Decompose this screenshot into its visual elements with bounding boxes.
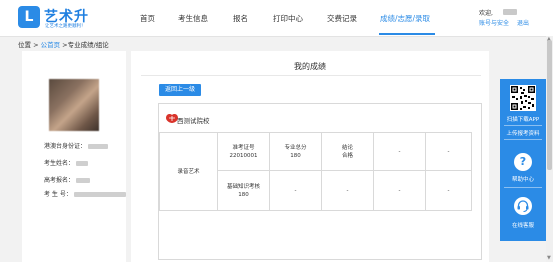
school-name: 西测试院校 — [177, 117, 210, 125]
scroll-thumb[interactable] — [547, 40, 552, 170]
cell-value: 22010001 — [229, 152, 258, 159]
brand-slogan: 让艺术之路更顺利！ — [45, 24, 86, 29]
upload-materials-link[interactable]: 上传报考资料 — [500, 129, 546, 137]
blurred-id-value — [88, 144, 109, 149]
score-panel: 我的成绩 返回上一级 西测试院校 录音艺术 准考证号 22010001 专业总分 1… — [131, 51, 489, 262]
table-cell: - — [269, 170, 322, 211]
major-name-cell: 录音艺术 — [159, 132, 218, 211]
sidebar-divider — [504, 139, 542, 140]
account-security-link[interactable]: 账号与安全 — [479, 18, 509, 27]
logout-link[interactable]: 退出 — [517, 18, 529, 27]
page-scrollbar[interactable]: ▲ ▼ — [546, 36, 553, 262]
profile-id-row: 港澳台身份证： — [44, 141, 109, 150]
student-profile-panel: 港澳台身份证： 考生姓名： 高考报名： 考 生 号： — [22, 51, 126, 262]
cell-label: 结论 — [341, 144, 353, 151]
cell-label: - — [398, 148, 401, 155]
profile-id-label: 港澳台身份证： — [44, 143, 87, 150]
nav-registration[interactable]: 报名 — [233, 13, 248, 24]
app-qr-code[interactable] — [510, 85, 536, 111]
table-cell: 基础知识考核 180 — [217, 170, 270, 211]
student-photo — [49, 79, 99, 131]
profile-name-label: 考生姓名： — [44, 160, 75, 167]
nav-print-center[interactable]: 打印中心 — [273, 13, 303, 24]
cell-label: 准考证号 — [232, 144, 255, 151]
help-icon[interactable]: ? — [514, 153, 532, 171]
profile-name-row: 考生姓名： — [44, 158, 89, 167]
headset-icon[interactable] — [514, 197, 532, 215]
nav-payment-records[interactable]: 交费记录 — [327, 13, 357, 24]
cell-label: - — [294, 187, 297, 194]
cell-label: - — [398, 187, 401, 194]
top-header: L 艺术升 让艺术之路更顺利！ 首页 考生信息 报名 打印中心 交费记录 成绩/… — [0, 0, 553, 37]
table-cell: - — [373, 170, 426, 211]
breadcrumb-home-link[interactable]: 公首页 — [41, 41, 61, 49]
table-cell: - — [425, 132, 472, 171]
table-cell: 准考证号 22010001 — [217, 132, 270, 171]
qr-code-icon — [511, 86, 535, 110]
nav-home[interactable]: 首页 — [140, 13, 155, 24]
title-divider — [141, 75, 481, 76]
score-table: 录音艺术 准考证号 22010001 专业总分 180 结论 合格 - - 基础知识考… — [159, 132, 472, 211]
breadcrumb-current: >专业成绩/组论 — [60, 41, 109, 49]
blurred-exam-value — [76, 178, 91, 183]
school-score-card: 西测试院校 录音艺术 准考证号 22010001 专业总分 180 结论 合格 - -… — [158, 103, 482, 260]
nav-student-info[interactable]: 考生信息 — [178, 13, 208, 24]
page-title: 我的成绩 — [294, 62, 326, 71]
blurred-username — [503, 9, 517, 15]
active-nav-indicator — [379, 33, 435, 35]
table-cell: 专业总分 180 — [269, 132, 322, 171]
cell-label: 专业总分 — [284, 144, 307, 151]
breadcrumb: 位置 > 公首页 >专业成绩/组论 — [18, 39, 109, 49]
cell-label: - — [447, 187, 450, 194]
blurred-name-value — [76, 161, 89, 166]
breadcrumb-prefix: 位置 > — [18, 41, 41, 49]
online-service-link[interactable]: 在线客服 — [500, 221, 546, 229]
site-logo[interactable]: L 艺术升 让艺术之路更顺利！ — [18, 6, 138, 32]
table-cell: 结论 合格 — [321, 132, 374, 171]
table-cell: - — [425, 170, 472, 211]
floating-service-bar: 扫描下载APP 上传报考资料 ? 帮助中心 在线客服 — [500, 79, 546, 241]
cell-value: 180 — [238, 191, 249, 198]
sidebar-divider — [504, 125, 542, 126]
table-cell: - — [373, 132, 426, 171]
welcome-text: 欢迎, — [479, 10, 493, 17]
profile-student-no-label: 考 生 号： — [44, 191, 72, 198]
table-row: 录音艺术 准考证号 22010001 专业总分 180 结论 合格 - - — [159, 132, 472, 211]
profile-exam-row: 高考报名： — [44, 175, 91, 184]
cell-label: - — [447, 148, 450, 155]
cell-value: 合格 — [341, 152, 353, 159]
help-center-link[interactable]: 帮助中心 — [500, 175, 546, 183]
profile-exam-label: 高考报名： — [44, 177, 75, 184]
back-button[interactable]: 返回上一级 — [159, 84, 201, 96]
scroll-down-icon[interactable]: ▼ — [547, 255, 551, 261]
nav-scores-admission[interactable]: 成绩/志愿/录取 — [380, 13, 430, 24]
profile-student-no-row: 考 生 号： — [44, 189, 126, 198]
cell-label: 基础知识考核 — [226, 183, 260, 190]
logo-mark-icon: L — [18, 6, 40, 28]
table-cell: - — [321, 170, 374, 211]
cell-value: 180 — [290, 152, 301, 159]
sidebar-divider — [504, 187, 542, 188]
scan-app-link[interactable]: 扫描下载APP — [500, 115, 546, 123]
cell-label: - — [346, 187, 349, 194]
user-area: 欢迎, 账号与安全 退出 — [479, 8, 549, 30]
blurred-student-no-value — [73, 192, 126, 197]
